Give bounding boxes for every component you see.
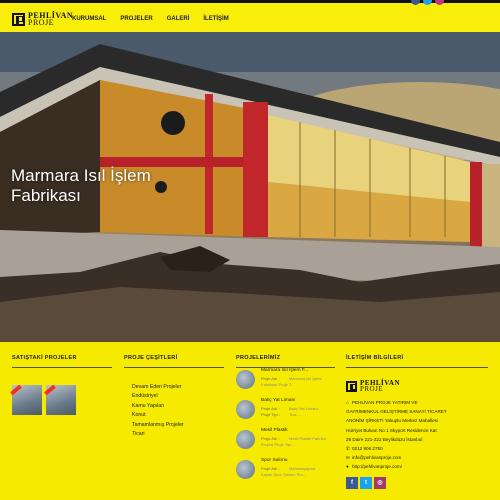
type-list: Devam Eden Projeler Endüstriyel Kamu Yap… bbox=[124, 383, 224, 439]
instagram-icon[interactable] bbox=[435, 0, 444, 5]
project-meta: Proje Adı : Mehmetçayına Kapalı Spor Salo… bbox=[261, 466, 316, 477]
twitter-icon[interactable] bbox=[423, 0, 432, 5]
top-navbar: PEHLİVAN PROJE KURUMSAL PROJELER GALERİ … bbox=[0, 0, 500, 32]
list-item[interactable]: Balıç Yat Limanı Proje Adı : Balıç Yat Li… bbox=[236, 398, 335, 422]
project-name[interactable]: Spor Salonu bbox=[261, 458, 287, 463]
project-image bbox=[236, 370, 255, 389]
list-item[interactable]: Marmara Isıl İşlem F... Proje Adı : Marma… bbox=[236, 368, 335, 392]
satistaki-thumbs bbox=[10, 384, 112, 415]
ribbon-badge bbox=[44, 384, 56, 396]
logo[interactable]: PEHLİVAN PROJE bbox=[12, 12, 73, 27]
project-image bbox=[236, 400, 255, 419]
hero-title: Marmara Isıl İşlem Fabrikası bbox=[11, 166, 151, 205]
section-title: İLETİŞİM BİLGİLERİ bbox=[346, 355, 488, 368]
logo-line2: PROJE bbox=[28, 18, 55, 27]
project-name[interactable]: Balıç Yat Limanı bbox=[261, 398, 295, 403]
address-line: 29 Daire 221-222 Beylikdüzü İstanbul bbox=[346, 436, 423, 442]
ribbon-badge bbox=[10, 384, 22, 396]
hero-slider[interactable]: Marmara Isıl İşlem Fabrikası bbox=[0, 32, 500, 342]
footer-logo: PEHLİVAN PROJE bbox=[346, 380, 488, 393]
nav-projeler[interactable]: PROJELER bbox=[120, 16, 152, 22]
project-meta: Proje Adı : Mesil Plastik Fabrika Projesi… bbox=[261, 436, 326, 447]
footer: SATIŞTAKİ PROJELER PROJE ÇEŞİTLERİ Devam… bbox=[0, 342, 500, 500]
project-image bbox=[236, 460, 255, 479]
nav-iletisim[interactable]: İLETİŞİM bbox=[203, 16, 228, 22]
main-nav: KURUMSAL PROJELER GALERİ İLETİŞİM bbox=[72, 16, 229, 22]
nav-galeri[interactable]: GALERİ bbox=[167, 16, 190, 22]
list-item[interactable]: Spor Salonu Proje Adı : Mehmetçayına Kapa… bbox=[236, 458, 335, 482]
section-title: SATIŞTAKİ PROJELER bbox=[12, 355, 112, 368]
project-thumbnail[interactable] bbox=[10, 384, 42, 415]
section-title: PROJE ÇEŞİTLERİ bbox=[124, 355, 224, 368]
website-line[interactable]: ● http://pehlivanproje.com/ bbox=[346, 462, 488, 471]
project-image bbox=[236, 430, 255, 449]
section-title: PROJELERİMİZ bbox=[236, 355, 335, 368]
address-line: ANONİM ŞİRKETİ Yakuplu Merkez Mahallesi bbox=[346, 418, 438, 424]
type-link-ticari[interactable]: Ticari bbox=[132, 430, 224, 439]
footer-social-links: f t ◎ bbox=[346, 476, 488, 489]
contact-info: ⌂ PEHLİVAN PROJE YATIRIM VE GAYRİMENKUL G… bbox=[346, 398, 488, 472]
facebook-icon[interactable] bbox=[411, 0, 420, 5]
twitter-icon[interactable]: t bbox=[360, 476, 372, 489]
satistaki-projeler-section: SATIŞTAKİ PROJELER bbox=[10, 355, 112, 415]
address-line: ⌂ PEHLİVAN PROJE YATIRIM VE bbox=[346, 398, 488, 407]
project-meta: Proje Adı : Marmara Isıl İşlem Fabrikası … bbox=[261, 376, 322, 387]
address-line: GAYRİMENKUL GELİŞTİRME SANAYİ TİCARET bbox=[346, 409, 447, 415]
type-link-kamu[interactable]: Kamu Yapıları bbox=[132, 402, 224, 411]
project-thumbnail[interactable] bbox=[44, 384, 76, 415]
facebook-icon[interactable]: f bbox=[346, 476, 358, 489]
type-link-konut[interactable]: Konut bbox=[132, 411, 224, 420]
top-social-links bbox=[411, 0, 444, 5]
projelerimiz-section: PROJELERİMİZ Marmara Isıl İşlem F... Pro… bbox=[236, 355, 335, 488]
logo-mark-icon bbox=[12, 12, 25, 26]
type-link-endustriyel[interactable]: Endüstriyel bbox=[132, 392, 224, 401]
email-line[interactable]: ✉ info@pehlivanproje.com bbox=[346, 453, 488, 462]
logo-mark-icon bbox=[346, 380, 357, 392]
instagram-icon[interactable]: ◎ bbox=[374, 476, 386, 489]
project-name[interactable]: Marmara Isıl İşlem F... bbox=[261, 368, 308, 373]
address-line: Hürriyet Bulvarı No 1 Skyport Residence … bbox=[346, 427, 437, 433]
project-name[interactable]: Mesil Plastik bbox=[261, 428, 288, 433]
nav-kurumsal[interactable]: KURUMSAL bbox=[72, 16, 106, 22]
type-link-devam-eden[interactable]: Devam Eden Projeler bbox=[132, 383, 224, 392]
list-item[interactable]: Mesil Plastik Proje Adı : Mesil Plastik F… bbox=[236, 428, 335, 452]
project-meta: Proje Adı : Balıç Yat Limanı Proje Tipi :… bbox=[261, 406, 318, 417]
proje-cesitleri-section: PROJE ÇEŞİTLERİ Devam Eden Projeler Endü… bbox=[124, 355, 224, 439]
phone-line[interactable]: ✆ 0212 806 2750 bbox=[346, 444, 488, 453]
type-link-tamamlanmis[interactable]: Tamamlanmış Projeler bbox=[132, 421, 224, 430]
iletisim-section: İLETİŞİM BİLGİLERİ PEHLİVAN PROJE ⌂ PEHLİ… bbox=[346, 355, 488, 489]
